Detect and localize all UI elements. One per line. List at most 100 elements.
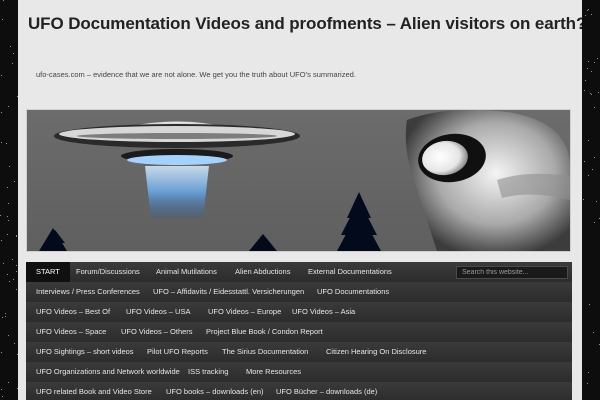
star-dot [13,52,15,54]
star-dot [1,142,3,144]
star-dot [587,175,589,177]
star-dot [7,274,9,276]
nav-item-citizen-hearing-on-disclosure[interactable]: Citizen Hearing On Disclosure [316,342,436,362]
nav-row: UFO Organizations and Network worldwide … [26,362,572,383]
star-dot [15,235,17,236]
star-dot [1,396,3,398]
star-dot [596,200,598,202]
star-dot [1,389,3,391]
nav-item-ufo-videos-others[interactable]: UFO Videos – Others [111,322,203,342]
nav-item-ufo-videos-asia[interactable]: UFO Videos – Asia [282,302,365,322]
star-dot [12,63,14,65]
nav-item-sirius-documentation[interactable]: The Sirius Documentation [212,342,318,362]
star-dot [3,263,5,264]
star-dot [584,89,586,91]
star-dot [8,382,9,384]
star-dot [5,312,7,314]
nav-item-ufo-videos-usa[interactable]: UFO Videos – USA [116,302,200,322]
nav-item-alien-abductions[interactable]: Alien Abductions [225,262,300,282]
star-dot [7,335,9,337]
nav-item-interviews-press-conferences[interactable]: Interviews / Press Conferences [26,282,150,302]
nav-item-pilot-ufo-reports[interactable]: Pilot UFO Reports [137,342,218,362]
nav-row: UFO Videos – Best Of UFO Videos – USA UF… [26,302,572,323]
star-dot [586,9,588,11]
star-dot [5,143,7,144]
nav-row: Interviews / Press Conferences UFO – Aff… [26,282,572,303]
star-dot [6,234,8,236]
star-dot [585,80,586,81]
star-dot [591,14,593,16]
star-dot [12,258,14,260]
nav-item-book-and-video-store[interactable]: UFO related Book and Video Store [26,382,162,400]
star-dot [6,186,8,188]
star-dot [591,168,593,170]
page-wrapper: UFO Documentation Videos and proofments … [18,0,582,400]
star-dot [12,279,14,281]
star-dot [593,331,595,333]
star-dot [10,46,12,48]
nav-row: UFO related Book and Video Store UFO boo… [26,382,572,400]
star-dot [7,105,9,107]
star-dot [593,156,595,158]
star-dot [598,218,600,219]
nav-row: START Forum/Discussions Animal Mutilatio… [26,262,572,283]
star-dot [15,288,17,290]
header-banner-image[interactable] [26,109,571,252]
star-dot [1,352,3,354]
nav-item-ufo-documentations[interactable]: UFO Documentations [307,282,399,302]
star-dot [593,61,595,63]
nav-item-iss-tracking[interactable]: ISS tracking [178,362,238,382]
star-dot [0,240,2,242]
nav-item-ufo-videos-europe[interactable]: UFO Videos – Europe [198,302,291,322]
nav-item-project-blue-book[interactable]: Project Blue Book / Condon Report [196,322,333,342]
star-dot [1,74,3,76]
star-dot [589,303,591,305]
site-title[interactable]: UFO Documentation Videos and proofments … [28,14,582,34]
nav-row: UFO Videos – Space UFO Videos – Others P… [26,322,572,343]
star-dot [3,0,4,2]
star-dot [2,317,4,319]
star-dot [583,199,585,201]
star-dot [8,202,9,204]
nav-item-ufo-books-downloads-en[interactable]: UFO books – downloads (en) [156,382,274,400]
nav-item-ufo-videos-space[interactable]: UFO Videos – Space [26,322,116,342]
star-dot [583,161,585,163]
star-dot [9,281,10,283]
star-dot [593,221,595,223]
star-dot [587,61,589,63]
star-dot [597,58,599,60]
nav-row: UFO Sightings – short videos Pilot UFO R… [26,342,572,363]
star-dot [6,216,8,217]
star-dot [587,68,589,70]
star-dot [586,382,588,384]
star-dot [597,91,599,93]
nav-item-ufo-sightings-short-videos[interactable]: UFO Sightings – short videos [26,342,144,362]
star-dot [7,220,9,222]
star-dot [0,214,2,216]
star-dot [593,107,595,109]
star-dot [1,19,3,21]
search-input[interactable] [456,266,568,279]
star-dot [585,15,586,16]
nav-item-more-resources[interactable]: More Resources [236,362,311,382]
star-dot [5,316,7,318]
star-dot [590,70,592,72]
nav-item-forum-discussions[interactable]: Forum/Discussions [66,262,150,282]
star-dot [590,94,592,96]
star-dot [13,343,15,345]
star-dot [13,180,15,182]
star-dot [587,8,589,10]
nav-item-start[interactable]: START [26,262,70,282]
star-dot [0,111,2,113]
nav-item-ufo-affidavits[interactable]: UFO – Affidavits / Eidesstattl. Versiche… [143,282,314,302]
nav-item-ufo-videos-best-of[interactable]: UFO Videos – Best Of [26,302,120,322]
nav-item-ufo-organizations[interactable]: UFO Organizations and Network worldwide [26,362,190,382]
nav-item-external-documentations[interactable]: External Documentations [298,262,402,282]
site-description: ufo-cases.com – evidence that we are not… [36,70,356,79]
star-dot [588,372,590,374]
main-navigation: START Forum/Discussions Animal Mutilatio… [26,262,572,400]
nav-item-animal-mutilations[interactable]: Animal Mutilations [146,262,227,282]
star-dot [8,165,10,167]
nav-item-ufo-buecher-downloads-de[interactable]: UFO Bücher – downloads (de) [266,382,387,400]
alien-head-graphic [405,110,570,251]
